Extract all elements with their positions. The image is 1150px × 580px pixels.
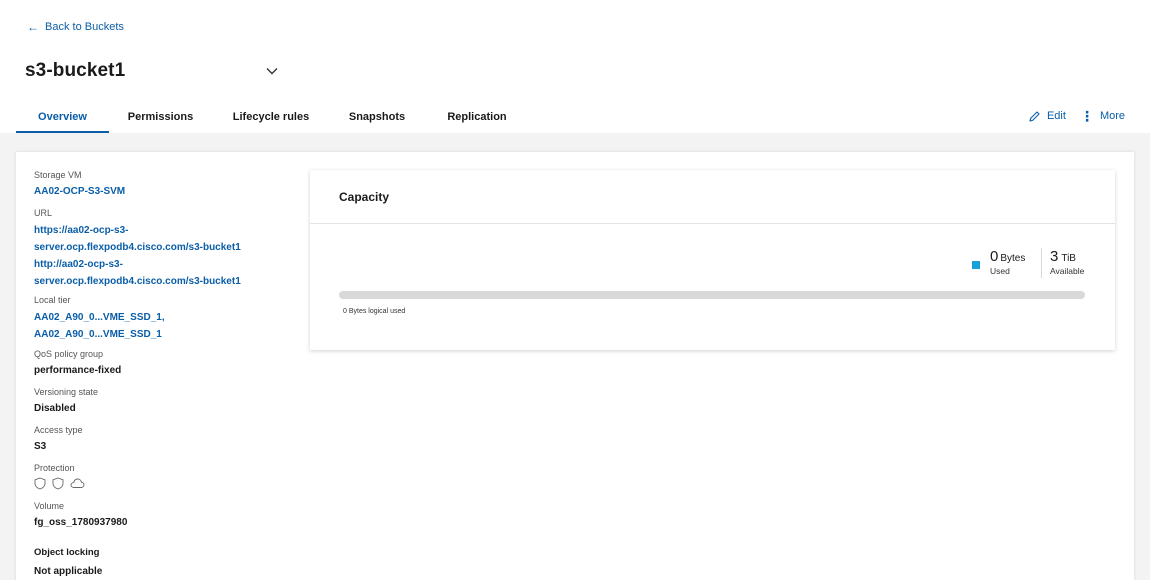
capacity-title: Capacity	[339, 190, 390, 204]
kebab-icon: ⋮	[1079, 108, 1094, 124]
url-label: URL	[34, 208, 53, 218]
shield-icon	[52, 477, 64, 490]
tab-permissions[interactable]: Permissions	[109, 104, 212, 133]
volume-field: Volume fg_oss_1780937980	[34, 501, 127, 530]
https-url-line1[interactable]: https://aa02-ocp-s3-	[34, 222, 294, 239]
available-value: 3	[1050, 248, 1059, 265]
edit-label: Edit	[1046, 110, 1066, 122]
storage-vm-field: Storage VM AA02-OCP-S3-SVM	[34, 170, 125, 199]
back-to-buckets-link[interactable]: ← Back to Buckets	[27, 21, 124, 33]
local-tier-label: Local tier	[34, 295, 71, 305]
versioning-field: Versioning state Disabled	[34, 387, 98, 416]
tab-replication[interactable]: Replication	[424, 104, 530, 133]
page-title: s3-bucket1	[25, 60, 126, 81]
qos-label: QoS policy group	[34, 349, 104, 359]
shield-icon	[34, 477, 46, 490]
chevron-down-icon[interactable]	[265, 64, 279, 78]
logical-used-text: 0 Bytes logical used	[343, 308, 406, 315]
used-value: 0	[990, 248, 999, 265]
versioning-value: Disabled	[34, 403, 76, 414]
access-type-field: Access type S3	[34, 425, 83, 454]
pencil-icon	[1029, 110, 1040, 122]
more-button[interactable]: ⋮ More	[1080, 109, 1125, 123]
cloud-icon	[70, 478, 85, 488]
used-legend-swatch	[972, 261, 980, 269]
access-type-label: Access type	[34, 425, 83, 435]
object-locking-field: Object locking Not applicable	[34, 545, 102, 579]
qos-field: QoS policy group performance-fixed	[34, 349, 121, 378]
tab-lifecycle-rules[interactable]: Lifecycle rules	[212, 104, 330, 133]
url-field: URL https://aa02-ocp-s3- server.ocp.flex…	[34, 208, 294, 290]
access-type-value: S3	[34, 441, 47, 452]
edit-button[interactable]: Edit	[1028, 110, 1066, 123]
arrow-left-icon: ←	[27, 20, 39, 34]
local-tier-link-2[interactable]: AA02_A90_0...VME_SSD_1	[34, 326, 165, 343]
protection-field: Protection	[34, 463, 85, 490]
more-label: More	[1099, 110, 1125, 122]
used-label: Used	[990, 266, 1010, 276]
http-url-line2[interactable]: server.ocp.flexpodb4.cisco.com/s3-bucket…	[34, 273, 294, 290]
available-label: Available	[1050, 266, 1085, 276]
available-summary: 3 TiB Available	[1050, 248, 1084, 276]
title-row: s3-bucket1	[25, 60, 125, 82]
local-tier-link-1[interactable]: AA02_A90_0...VME_SSD_1,	[34, 309, 165, 326]
storage-vm-link[interactable]: AA02-OCP-S3-SVM	[34, 184, 125, 199]
protection-icons	[34, 477, 85, 490]
used-unit: Bytes	[1000, 253, 1026, 264]
back-link-label: Back to Buckets	[45, 21, 124, 33]
tab-snapshots[interactable]: Snapshots	[330, 104, 424, 133]
tab-overview[interactable]: Overview	[16, 104, 109, 133]
storage-vm-label: Storage VM	[34, 170, 82, 180]
qos-value: performance-fixed	[34, 365, 122, 376]
capacity-separator	[1041, 248, 1042, 278]
versioning-label: Versioning state	[34, 387, 99, 397]
object-locking-value: Not applicable	[34, 566, 103, 577]
tab-bar: Overview Permissions Lifecycle rules Sna…	[16, 104, 530, 133]
used-summary: 0 Bytes Used	[990, 248, 1025, 276]
capacity-bar	[339, 291, 1085, 299]
object-locking-label: Object locking	[34, 547, 100, 558]
protection-label: Protection	[34, 463, 75, 473]
capacity-card: Capacity 0 Bytes Used 3 TiB Available 0 By…	[310, 170, 1115, 350]
header-actions: Edit ⋮ More	[1028, 109, 1125, 123]
local-tier-field: Local tier AA02_A90_0...VME_SSD_1, AA02_…	[34, 295, 165, 343]
volume-label: Volume	[34, 501, 65, 511]
capacity-divider	[310, 223, 1115, 224]
available-unit: TiB	[1061, 253, 1076, 264]
https-url-line2[interactable]: server.ocp.flexpodb4.cisco.com/s3-bucket…	[34, 239, 294, 256]
volume-value: fg_oss_1780937980	[34, 517, 128, 528]
http-url-line1[interactable]: http://aa02-ocp-s3-	[34, 256, 294, 273]
